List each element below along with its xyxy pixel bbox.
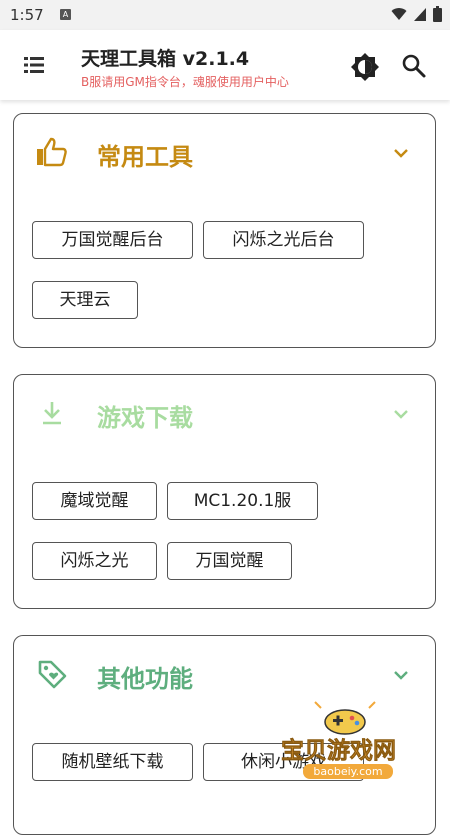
download-button[interactable]: MC1.20.1服 bbox=[167, 482, 318, 520]
chevron-down-icon[interactable] bbox=[390, 403, 412, 425]
download-button[interactable]: 万国觉醒 bbox=[167, 542, 292, 580]
status-bar: 1:57 A bbox=[0, 0, 450, 30]
card-title: 其他功能 bbox=[97, 665, 193, 693]
tool-button[interactable]: 天理云 bbox=[32, 281, 138, 319]
search-icon[interactable] bbox=[400, 52, 428, 80]
signal-icon bbox=[414, 8, 426, 21]
thumbs-up-icon bbox=[37, 137, 67, 167]
watermark-logo: 宝贝游戏网 baobeiy.com bbox=[281, 701, 396, 779]
download-button[interactable]: 魔域觉醒 bbox=[32, 482, 157, 520]
card-game-download: 游戏下载 魔域觉醒 MC1.20.1服 闪烁之光 万国觉醒 bbox=[13, 374, 436, 609]
brightness-icon[interactable] bbox=[350, 52, 380, 82]
tag-icon bbox=[38, 660, 67, 689]
chevron-down-icon[interactable] bbox=[390, 664, 412, 686]
watermark-url: baobeiy.com bbox=[313, 765, 382, 778]
status-icons bbox=[391, 6, 442, 22]
card-title: 游戏下载 bbox=[97, 404, 193, 432]
gamepad-icon bbox=[314, 701, 376, 735]
chevron-down-icon[interactable] bbox=[390, 142, 412, 164]
app-title: 天理工具箱 v2.1.4 bbox=[81, 48, 250, 70]
card-common-tools: 常用工具 万国觉醒后台 闪烁之光后台 天理云 bbox=[13, 113, 436, 348]
card-title: 常用工具 bbox=[97, 143, 193, 171]
tool-button[interactable]: 闪烁之光后台 bbox=[203, 221, 364, 259]
status-time: 1:57 bbox=[10, 6, 44, 24]
wifi-icon bbox=[391, 8, 407, 20]
download-button[interactable]: 闪烁之光 bbox=[32, 542, 157, 580]
tool-button[interactable]: 万国觉醒后台 bbox=[32, 221, 193, 259]
app-bar: 天理工具箱 v2.1.4 B服请用GM指令台，魂服使用用户中心 bbox=[0, 30, 450, 100]
watermark-text: 宝贝游戏网 bbox=[281, 737, 396, 764]
battery-icon bbox=[433, 6, 442, 22]
notification-icon: A bbox=[60, 9, 71, 20]
download-icon bbox=[43, 402, 61, 425]
app-subtitle: B服请用GM指令台，魂服使用用户中心 bbox=[81, 75, 289, 89]
menu-list-icon[interactable] bbox=[22, 53, 46, 77]
feature-button[interactable]: 随机壁纸下载 bbox=[32, 743, 193, 781]
